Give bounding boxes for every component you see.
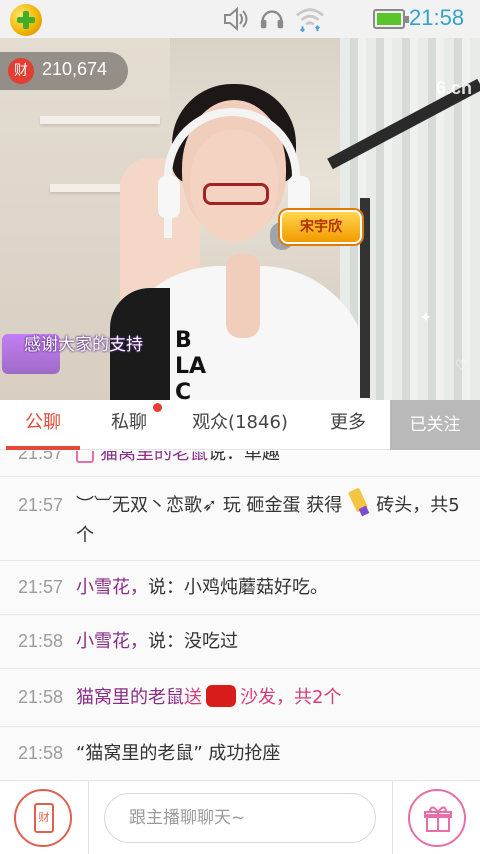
chat-username: 猫窝里的老鼠: [100, 451, 208, 464]
sparkle-icon: ✦: [420, 310, 432, 326]
chat-list[interactable]: 21:57 猫窝里的老鼠说：单趣 21:57 ︶︺无双丶恋歌➶ 玩 砸金蛋 获得…: [0, 451, 480, 779]
tab-public-chat[interactable]: 公聊: [0, 400, 86, 450]
chat-message: 21:57 ︶︺无双丶恋歌➶ 玩 砸金蛋 获得 砖头，共5个: [0, 477, 480, 561]
chat-username: 小雪花，: [76, 577, 148, 598]
active-tab-indicator: [6, 446, 80, 450]
wealth-counter[interactable]: 财 210,674: [0, 52, 128, 90]
wealth-badge-icon: 财: [8, 58, 34, 84]
chat-message: 21:58 小雪花，说：没吃过: [0, 615, 480, 669]
tab-audience[interactable]: 观众(1846): [180, 400, 300, 450]
wealth-doc-icon: 财: [34, 803, 54, 833]
tab-more[interactable]: 更多: [310, 400, 386, 450]
mic-badge: 宋宇欣: [280, 210, 362, 244]
chat-username: 猫窝里的老鼠: [76, 687, 184, 708]
brick-gift-icon: [348, 488, 370, 517]
chat-username: 小雪花，: [76, 631, 148, 652]
live-video[interactable]: B LA C 宋宇欣 财 210,674 6.cn 感谢大家的支持 ✦ ♡: [0, 38, 480, 400]
wealth-button[interactable]: 财: [14, 789, 72, 847]
chat-text: 沙发，共2个: [240, 687, 342, 708]
headset-icon: [260, 10, 284, 29]
wealth-count: 210,674: [42, 59, 108, 79]
chat-text: 玩 砸金蛋 获得: [222, 495, 343, 516]
sparkle-icon: ♡: [455, 358, 468, 374]
bottom-bar: 财 跟主播聊聊天~: [0, 780, 480, 854]
status-clock: 21:58: [409, 5, 465, 30]
site-watermark: 6.cn: [436, 78, 473, 98]
chat-text: 送: [184, 687, 202, 708]
battery-icon: [373, 9, 409, 29]
gift-button[interactable]: [408, 789, 466, 847]
gift-box-icon: [424, 806, 452, 832]
chat-message: 21:57 猫窝里的老鼠说：单趣: [0, 451, 480, 477]
chat-message: 21:57 小雪花，说：小鸡炖蘑菇好吃。: [0, 561, 480, 615]
chat-username: ︶︺无双丶恋歌➶: [76, 495, 218, 516]
chat-message: 21:58 猫窝里的老鼠送 沙发，共2个: [0, 669, 480, 727]
status-bar: 21:58: [0, 0, 480, 38]
follow-button[interactable]: 已关注: [390, 400, 480, 450]
overlay-message: 感谢大家的支持: [24, 335, 143, 355]
chat-text: “猫窝里的老鼠” 成功抢座: [76, 743, 281, 764]
wifi-icon: [296, 8, 324, 32]
speaker-icon: [224, 6, 248, 32]
chat-message: 21:58 “猫窝里的老鼠” 成功抢座: [0, 727, 480, 779]
sofa-gift-icon: [206, 685, 236, 707]
unread-dot: [153, 403, 162, 412]
app-plus-icon: [10, 4, 42, 36]
chat-text: 说：单趣: [208, 451, 280, 464]
chat-text: 说：没吃过: [148, 631, 238, 652]
chat-input[interactable]: 跟主播聊聊天~: [104, 793, 376, 843]
user-level-icon: [76, 451, 94, 463]
chat-text: 说：小鸡炖蘑菇好吃。: [148, 577, 328, 598]
